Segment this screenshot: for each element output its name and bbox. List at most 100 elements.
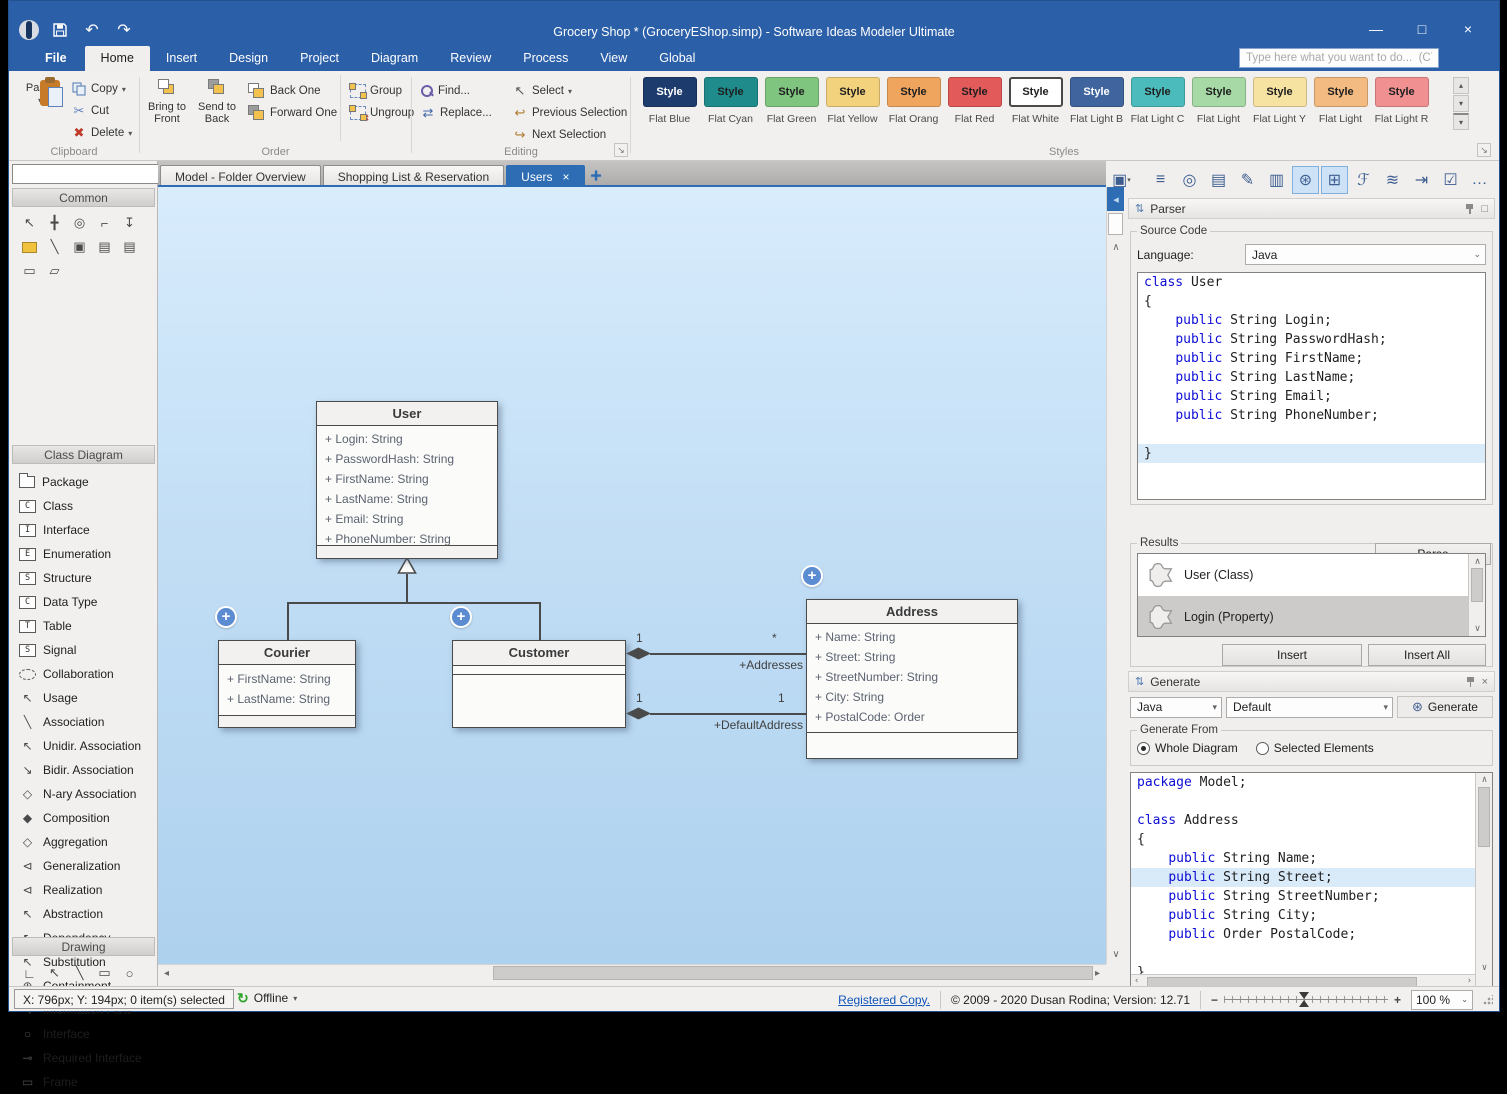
results-scrollbar[interactable]: ∧ ∨	[1468, 554, 1485, 636]
class-attribute[interactable]: + City: String	[807, 687, 1017, 707]
group-button[interactable]: Group	[350, 81, 402, 101]
toolbox-item-enumeration[interactable]: EEnumeration	[15, 542, 155, 566]
overflow-icon[interactable]: …	[1466, 166, 1493, 194]
radio-icon[interactable]	[1137, 742, 1150, 755]
bring-to-front-button[interactable]: Bring to Front	[142, 75, 192, 141]
quick-add-icon[interactable]: +	[215, 606, 237, 628]
style-item[interactable]: StyleFlat Yellow	[822, 77, 883, 125]
generate-language-select[interactable]: Java▾	[1130, 697, 1222, 718]
class-courier[interactable]: Courier + FirstName: String+ LastName: S…	[218, 640, 356, 728]
style-item[interactable]: StyleFlat Light B	[1066, 77, 1127, 125]
zoom-slider[interactable]: − +	[1211, 993, 1401, 1007]
generalization-edge[interactable]	[287, 602, 289, 640]
scrollbar-thumb[interactable]	[1108, 213, 1123, 235]
scroll-right-icon[interactable]: ▸	[1089, 965, 1106, 981]
zoom-tool-icon[interactable]: ◎	[67, 211, 92, 235]
pin-icon[interactable]	[1466, 676, 1475, 688]
toolbox-item-n-ary-association[interactable]: ◇N-ary Association	[15, 782, 155, 806]
style-swatch[interactable]: Style	[1070, 77, 1124, 107]
layers-panel-icon[interactable]: ≋	[1379, 166, 1406, 194]
generalization-edge[interactable]	[287, 602, 540, 604]
tasks-panel-icon[interactable]: ☑	[1437, 166, 1464, 194]
style-item[interactable]: StyleFlat Light	[1310, 77, 1371, 125]
toolbox-item-aggregation[interactable]: ◇Aggregation	[15, 830, 155, 854]
notes-icon[interactable]: ✎	[1234, 166, 1261, 194]
operations-compartment[interactable]	[453, 675, 625, 727]
cut-button[interactable]: ✂ Cut	[71, 101, 109, 121]
toolbox-item-association[interactable]: ╲Association	[15, 710, 155, 734]
export-panel-icon[interactable]: ⇥	[1408, 166, 1435, 194]
scroll-down-icon[interactable]: ∨	[1476, 963, 1493, 973]
scroll-down-icon[interactable]: ∨	[1107, 946, 1125, 962]
ribbon-tab-diagram[interactable]: Diagram	[355, 46, 434, 71]
style-item[interactable]: StyleFlat Orang	[883, 77, 944, 125]
zoom-slider-thumb[interactable]	[1299, 992, 1309, 999]
styles-panel-icon[interactable]: ▥	[1263, 166, 1290, 194]
section-header-drawing[interactable]: Drawing	[12, 937, 155, 956]
diagram-tab-users[interactable]: Users×	[506, 165, 584, 187]
ungroup-button[interactable]: ✖ Ungroup	[350, 103, 414, 123]
container-tool-icon[interactable]: ▭	[17, 259, 42, 283]
zoom-slider-track[interactable]	[1224, 995, 1388, 1004]
style-swatch[interactable]: Style	[1192, 77, 1246, 107]
paste-button[interactable]: Paste▾	[15, 75, 65, 141]
quick-add-icon[interactable]: +	[801, 565, 823, 587]
generate-profile-select[interactable]: Default▾	[1226, 697, 1393, 718]
diagram-tree-icon[interactable]: ≡	[1147, 166, 1174, 194]
diagram-tab-shopping-list-reservation[interactable]: Shopping List & Reservation	[323, 165, 504, 187]
toolbox-item-frame[interactable]: ▭Frame	[15, 1070, 155, 1094]
parser-results-list[interactable]: User (Class)Login (Property) ∧ ∨	[1137, 553, 1486, 637]
class-attribute[interactable]: + Email: String	[317, 509, 497, 529]
scroll-left-icon[interactable]: ‹	[1134, 976, 1139, 986]
assistant-search-input[interactable]	[1239, 48, 1439, 68]
class-title[interactable]: Address	[807, 600, 1017, 624]
toolbox-item-unidir-association[interactable]: ↖Unidir. Association	[15, 734, 155, 758]
forward-one-button[interactable]: Forward One	[248, 103, 337, 123]
resize-grip[interactable]	[1483, 995, 1493, 1005]
toolbox-item-collaboration[interactable]: Collaboration	[15, 662, 155, 686]
fields-panel-icon[interactable]: ℱ	[1350, 166, 1377, 194]
toolbox-item-signal[interactable]: SSignal	[15, 638, 155, 662]
class-attribute[interactable]: + Login: String	[317, 429, 497, 449]
class-attribute[interactable]: + PostalCode: Order	[807, 707, 1017, 727]
styles-scroll-down-icon[interactable]: ▾	[1453, 95, 1469, 112]
send-to-back-button[interactable]: Send to Back	[192, 75, 242, 141]
style-item[interactable]: StyleFlat Light Y	[1249, 77, 1310, 125]
scroll-down-icon[interactable]: ∨	[1469, 623, 1486, 634]
style-item[interactable]: StyleFlat Light	[1188, 77, 1249, 125]
operations-compartment[interactable]	[317, 545, 497, 558]
language-select[interactable]: Java⌄	[1245, 244, 1486, 265]
toolbox-item-interface[interactable]: IInterface	[15, 518, 155, 542]
format-painter-tool-icon[interactable]: ⌐	[92, 211, 117, 235]
parser-result-item[interactable]: User (Class)	[1138, 554, 1485, 596]
style-swatch[interactable]: Style	[948, 77, 1002, 107]
quick-add-icon[interactable]: +	[450, 606, 472, 628]
class-address[interactable]: Address + Name: String+ Street: String+ …	[806, 599, 1018, 759]
insert-button[interactable]: Insert	[1222, 644, 1362, 666]
text-tool-icon[interactable]: ▣	[67, 235, 92, 259]
next-selection-button[interactable]: ↪ Next Selection	[512, 125, 606, 145]
generalization-edge[interactable]	[539, 602, 541, 640]
toolbox-item-table[interactable]: TTable	[15, 614, 155, 638]
editing-dialog-launcher-icon[interactable]: ↘	[614, 143, 628, 157]
style-item[interactable]: StyleFlat Blue	[639, 77, 700, 125]
zoom-in-icon[interactable]: +	[1394, 993, 1401, 1007]
styles-gallery-more-icon[interactable]: ▾	[1453, 113, 1469, 130]
parser-result-item[interactable]: Login (Property)	[1138, 596, 1485, 637]
documentation-icon[interactable]: ▤	[1205, 166, 1232, 194]
class-user[interactable]: User + Login: String+ PasswordHash: Stri…	[316, 401, 498, 559]
class-title[interactable]: User	[317, 402, 497, 426]
generate-button[interactable]: ⊛ Generate	[1397, 696, 1493, 718]
style-item[interactable]: StyleFlat Light R	[1371, 77, 1432, 125]
scrollbar-thumb[interactable]	[1471, 568, 1483, 602]
code-vertical-scrollbar[interactable]: ∧ ∨	[1475, 773, 1492, 989]
registered-copy-link[interactable]: Registered Copy.	[838, 993, 930, 1007]
previous-selection-button[interactable]: ↩ Previous Selection	[512, 103, 627, 123]
class-attribute[interactable]: + FirstName: String	[219, 669, 355, 689]
diagram-tab-model-folder-overview[interactable]: Model - Folder Overview	[160, 165, 321, 187]
line-tool-icon[interactable]: ╲	[67, 961, 92, 985]
parser-code-editor[interactable]: class User{ public String Login; public …	[1137, 272, 1486, 500]
toolbox-item-class[interactable]: CClass	[15, 494, 155, 518]
style-item[interactable]: StyleFlat Red	[944, 77, 1005, 125]
class-title[interactable]: Customer	[453, 641, 625, 666]
